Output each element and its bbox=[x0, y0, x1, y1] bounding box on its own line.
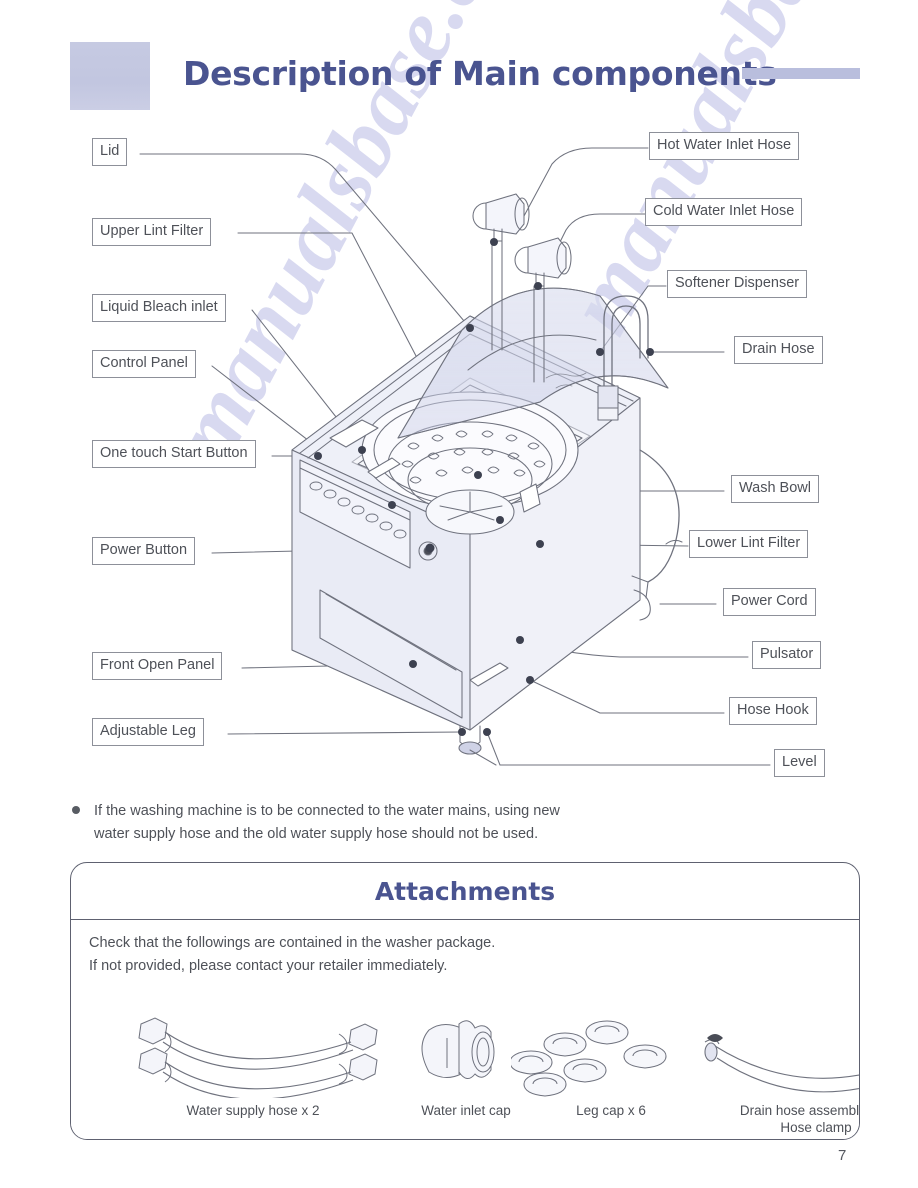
attachment-items: Water supply hose x 2 Water inlet cap Le… bbox=[71, 1008, 859, 1138]
callout-label-power-button[interactable]: Power Button bbox=[92, 537, 196, 565]
drain-hose-assembly-illustration bbox=[691, 1008, 859, 1098]
water-mains-note: If the washing machine is to be connecte… bbox=[72, 800, 692, 846]
attachment-caption: Leg cap x 6 bbox=[576, 1103, 646, 1118]
attachments-intro-line-2: If not provided, please contact your ret… bbox=[89, 958, 448, 974]
manual-page: manualsbase.com manualsbase.com Descript… bbox=[0, 0, 918, 1188]
callout-label-hose-hook[interactable]: Hose Hook bbox=[729, 697, 817, 725]
callout-label-one-touch-start-button[interactable]: One touch Start Button bbox=[92, 440, 256, 468]
callout-label-pulsator[interactable]: Pulsator bbox=[752, 641, 822, 669]
attachments-heading: Attachments bbox=[374, 876, 556, 906]
main-components-diagram: Lid Upper Lint Filter Liquid Bleach inle… bbox=[0, 120, 918, 790]
callout-label-softener-dispenser[interactable]: Softener Dispenser bbox=[667, 270, 808, 298]
callout-label-front-open-panel[interactable]: Front Open Panel bbox=[92, 652, 223, 680]
note-line-2: water supply hose and the old water supp… bbox=[94, 826, 539, 842]
attachments-header: Attachments bbox=[71, 863, 859, 920]
attachments-intro-line-1: Check that the followings are contained … bbox=[89, 935, 496, 951]
page-title: Description of Main components bbox=[183, 54, 777, 93]
attachment-caption-line-2: Hose clamp bbox=[780, 1120, 852, 1135]
callout-label-level[interactable]: Level bbox=[774, 749, 825, 777]
callout-label-lower-lint-filter[interactable]: Lower Lint Filter bbox=[689, 530, 809, 558]
attachment-caption: Drain hose assembly and Hose clamp bbox=[691, 1102, 860, 1136]
attachments-panel: Attachments Check that the followings ar… bbox=[70, 862, 860, 1140]
note-line-1: If the washing machine is to be connecte… bbox=[94, 803, 560, 819]
attachments-intro: Check that the followings are contained … bbox=[89, 932, 495, 978]
bullet-icon bbox=[72, 806, 80, 814]
water-supply-hose-illustration bbox=[93, 1008, 413, 1100]
attachment-caption-line-1: Drain hose assembly and bbox=[739, 1103, 860, 1118]
leg-cap-illustration bbox=[509, 1008, 711, 1098]
callout-label-hot-water-inlet-hose[interactable]: Hot Water Inlet Hose bbox=[649, 132, 800, 160]
callout-label-lid[interactable]: Lid bbox=[92, 138, 128, 166]
callout-label-wash-bowl[interactable]: Wash Bowl bbox=[731, 475, 819, 503]
header-decoration-square bbox=[70, 42, 150, 110]
attachment-item-leg-cap: Leg cap x 6 bbox=[509, 1008, 711, 1119]
page-number: 7 bbox=[838, 1147, 847, 1164]
attachment-item-drain-hose-assembly: Drain hose assembly and Hose clamp bbox=[691, 1008, 860, 1136]
callout-label-drain-hose[interactable]: Drain Hose bbox=[734, 336, 823, 364]
callout-label-adjustable-leg[interactable]: Adjustable Leg bbox=[92, 718, 204, 746]
attachments-body: Check that the followings are contained … bbox=[71, 920, 859, 1139]
callout-label-control-panel[interactable]: Control Panel bbox=[92, 350, 196, 378]
callout-label-liquid-bleach-inlet[interactable]: Liquid Bleach inlet bbox=[92, 294, 226, 322]
callout-label-upper-lint-filter[interactable]: Upper Lint Filter bbox=[92, 218, 212, 246]
attachment-caption: Water supply hose x 2 bbox=[186, 1103, 320, 1118]
header-decoration-bar bbox=[742, 68, 860, 79]
callout-label-power-cord[interactable]: Power Cord bbox=[723, 588, 816, 616]
attachment-item-water-supply-hose: Water supply hose x 2 bbox=[93, 1008, 413, 1119]
callout-label-cold-water-inlet-hose[interactable]: Cold Water Inlet Hose bbox=[645, 198, 803, 226]
